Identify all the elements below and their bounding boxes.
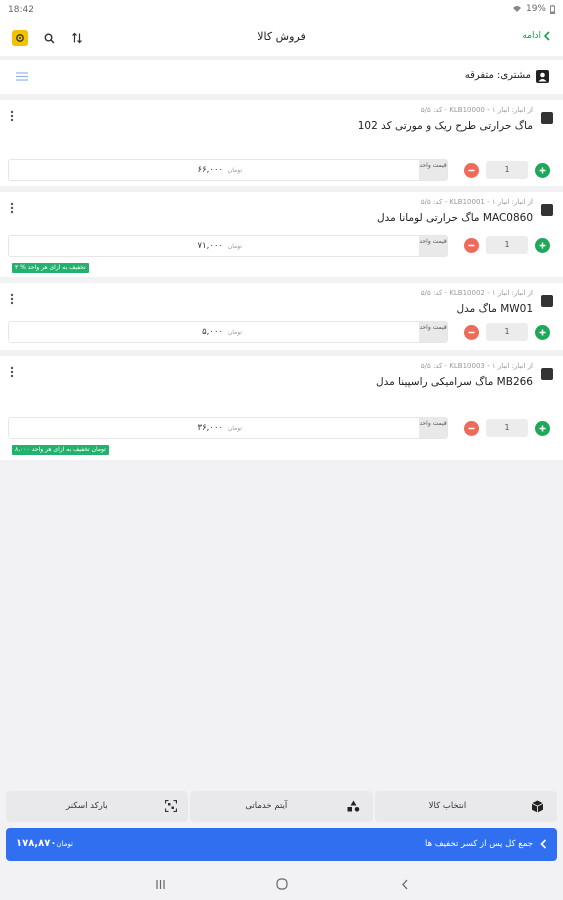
battery-level: 19% <box>525 4 546 14</box>
minus-icon <box>468 244 475 247</box>
cart-item: کد: ۵/۵ - KLB10002 - از انبار: انبار ۱ م… <box>0 283 563 350</box>
recent-apps-button[interactable] <box>153 877 167 891</box>
decrease-quantity-button[interactable] <box>464 238 479 253</box>
price-value: تومان ۶۶,۰۰۰ <box>198 165 242 175</box>
battery-icon <box>550 4 555 14</box>
discount-badge: ۳ % تخفیف به ازای هر واحد <box>12 263 89 273</box>
plus-icon <box>539 242 546 249</box>
customer-row[interactable]: مشتری: متفرقه <box>0 60 563 94</box>
quantity-field[interactable]: 1 <box>486 323 528 341</box>
product-thumbnail <box>541 112 553 124</box>
more-options-icon[interactable] <box>10 293 14 305</box>
home-button[interactable] <box>275 877 289 891</box>
price-amount: ۶۶,۰۰۰ <box>197 165 224 175</box>
item-meta: کد: ۵/۵ - KLB10002 - از انبار: انبار ۱ <box>420 289 533 297</box>
back-icon <box>402 879 408 889</box>
price-value: تومان ۵,۰۰۰ <box>202 327 242 337</box>
minus-icon <box>468 169 475 172</box>
increase-quantity-button[interactable] <box>535 238 550 253</box>
item-name: ماگ مدل MW01 <box>456 303 533 315</box>
barcode-scanner-label: بارکد اسکنر <box>66 801 108 811</box>
service-item-label: آیتم خدماتی <box>245 801 288 811</box>
quantity-field[interactable]: 1 <box>486 419 528 437</box>
plus-icon <box>539 425 546 432</box>
quantity-field[interactable]: 1 <box>486 161 528 179</box>
unit-price-field[interactable]: قیمت واحد تومان ۳۶,۰۰۰ <box>8 417 448 439</box>
status-bar: 18:42 19% <box>0 0 563 20</box>
barcode-scanner-button[interactable]: بارکد اسکنر <box>6 791 189 822</box>
continue-label: ادامه <box>522 31 541 41</box>
price-value: تومان ۷۱,۰۰۰ <box>198 241 242 251</box>
app-header: فروش کالا ادامه <box>0 20 563 56</box>
price-value: تومان ۳۶,۰۰۰ <box>198 423 242 433</box>
barcode-scan-icon <box>164 799 178 813</box>
cart-item: کد: ۵/۵ - KLB10000 - از انبار: انبار ۱ م… <box>0 100 563 186</box>
increase-quantity-button[interactable] <box>535 421 550 436</box>
item-meta: کد: ۵/۵ - KLB10001 - از انبار: انبار ۱ <box>420 198 533 206</box>
unit-price-label: قیمت واحد <box>419 160 447 180</box>
more-options-icon[interactable] <box>10 366 14 378</box>
product-thumbnail <box>541 204 553 216</box>
cart-item: کد: ۵/۵ - KLB10001 - از انبار: انبار ۱ م… <box>0 192 563 277</box>
quantity-field[interactable]: 1 <box>486 236 528 254</box>
item-name: ماگ حرارتی طرح ریک و مورتی کد 102 <box>357 120 533 132</box>
discount-badge: ۸,۰۰۰ تومان تخفیف به ازای هر واحد <box>12 445 109 455</box>
recent-apps-icon <box>155 879 165 889</box>
product-thumbnail <box>541 295 553 307</box>
currency-label: تومان <box>227 425 242 432</box>
service-item-button[interactable]: آیتم خدماتی <box>190 791 373 822</box>
customer-label: مشتری: متفرقه <box>464 70 531 81</box>
wifi-icon <box>512 6 521 12</box>
item-name: ماگ سرامیکی راسپینا مدل MB266 <box>376 376 533 388</box>
item-meta: کد: ۵/۵ - KLB10000 - از انبار: انبار ۱ <box>420 106 533 114</box>
box-icon <box>531 799 545 813</box>
price-amount: ۷۱,۰۰۰ <box>197 241 224 251</box>
total-label: جمع کل پس از کسر تخفیف ها <box>425 839 533 849</box>
increase-quantity-button[interactable] <box>535 325 550 340</box>
price-amount: ۳۶,۰۰۰ <box>197 423 224 433</box>
minus-icon <box>468 427 475 430</box>
unit-price-label: قیمت واحد <box>419 236 447 256</box>
unit-price-label: قیمت واحد <box>419 418 447 438</box>
unit-price-label: قیمت واحد <box>419 322 447 342</box>
decrease-quantity-button[interactable] <box>464 325 479 340</box>
total-value: ۱۷۸,۸۷۰ <box>16 838 57 849</box>
decrease-quantity-button[interactable] <box>464 421 479 436</box>
currency-label: تومان <box>227 243 242 250</box>
home-icon <box>276 878 288 890</box>
cart-item: کد: ۵/۵ - KLB10003 - از انبار: انبار ۱ م… <box>0 356 563 460</box>
increase-quantity-button[interactable] <box>535 163 550 178</box>
currency-label: تومان <box>227 329 242 336</box>
shapes-icon <box>347 799 361 813</box>
plus-icon <box>539 329 546 336</box>
decrease-quantity-button[interactable] <box>464 163 479 178</box>
total-amount: تومان۱۷۸,۸۷۰ <box>16 838 76 849</box>
price-amount: ۵,۰۰۰ <box>202 327 224 337</box>
total-currency: تومان <box>56 840 74 848</box>
user-icon <box>536 70 549 83</box>
chevron-left-icon <box>540 839 547 849</box>
back-button[interactable] <box>398 877 412 891</box>
continue-button[interactable]: ادامه <box>522 31 551 41</box>
page-title: فروش کالا <box>257 30 306 43</box>
unit-price-field[interactable]: قیمت واحد تومان ۶۶,۰۰۰ <box>8 159 448 181</box>
product-thumbnail <box>541 368 553 380</box>
unit-price-field[interactable]: قیمت واحد تومان ۵,۰۰۰ <box>8 321 448 343</box>
unit-price-field[interactable]: قیمت واحد تومان ۷۱,۰۰۰ <box>8 235 448 257</box>
chevron-left-icon <box>543 31 550 41</box>
select-product-button[interactable]: انتخاب کالا <box>374 791 557 822</box>
system-navigation-bar <box>0 868 563 900</box>
list-menu-icon[interactable] <box>16 72 28 81</box>
currency-label: تومان <box>227 167 242 174</box>
minus-icon <box>468 331 475 334</box>
clock: 18:42 <box>8 5 34 15</box>
total-summary-bar[interactable]: تومان۱۷۸,۸۷۰ جمع کل پس از کسر تخفیف ها <box>6 828 557 861</box>
select-product-label: انتخاب کالا <box>428 801 467 811</box>
more-options-icon[interactable] <box>10 202 14 214</box>
item-meta: کد: ۵/۵ - KLB10003 - از انبار: انبار ۱ <box>420 362 533 370</box>
item-name: ماگ حرارتی لومانا مدل MAC0860 <box>377 212 533 224</box>
plus-icon <box>539 167 546 174</box>
more-options-icon[interactable] <box>10 110 14 122</box>
bottom-actions: بارکد اسکنر آیتم خدماتی انتخاب کالا <box>6 791 557 822</box>
